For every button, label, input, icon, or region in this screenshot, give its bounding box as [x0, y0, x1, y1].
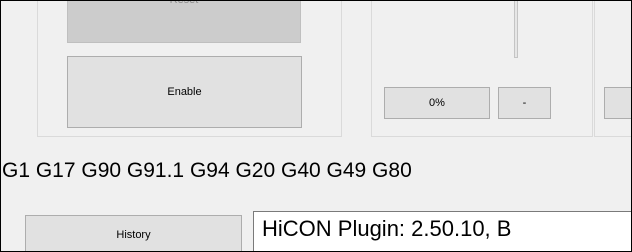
history-button[interactable]: History [25, 215, 242, 251]
feed-override-decrease-button[interactable]: - [498, 87, 551, 119]
feed-override-percent-button[interactable]: 0% [384, 87, 490, 119]
mach-control-window: Reset Enable 0% - G1 G17 G90 G91.1 G94 G… [0, 0, 632, 252]
partial-button[interactable] [604, 87, 631, 119]
status-line-box: HiCON Plugin: 2.50.10, B [253, 211, 631, 251]
feed-rate-slider-track[interactable] [514, 1, 518, 58]
reset-button[interactable]: Reset [67, 1, 301, 43]
gcode-modal-line: G1 G17 G90 G91.1 G94 G20 G40 G49 G80 [2, 159, 412, 182]
enable-button[interactable]: Enable [67, 56, 302, 128]
